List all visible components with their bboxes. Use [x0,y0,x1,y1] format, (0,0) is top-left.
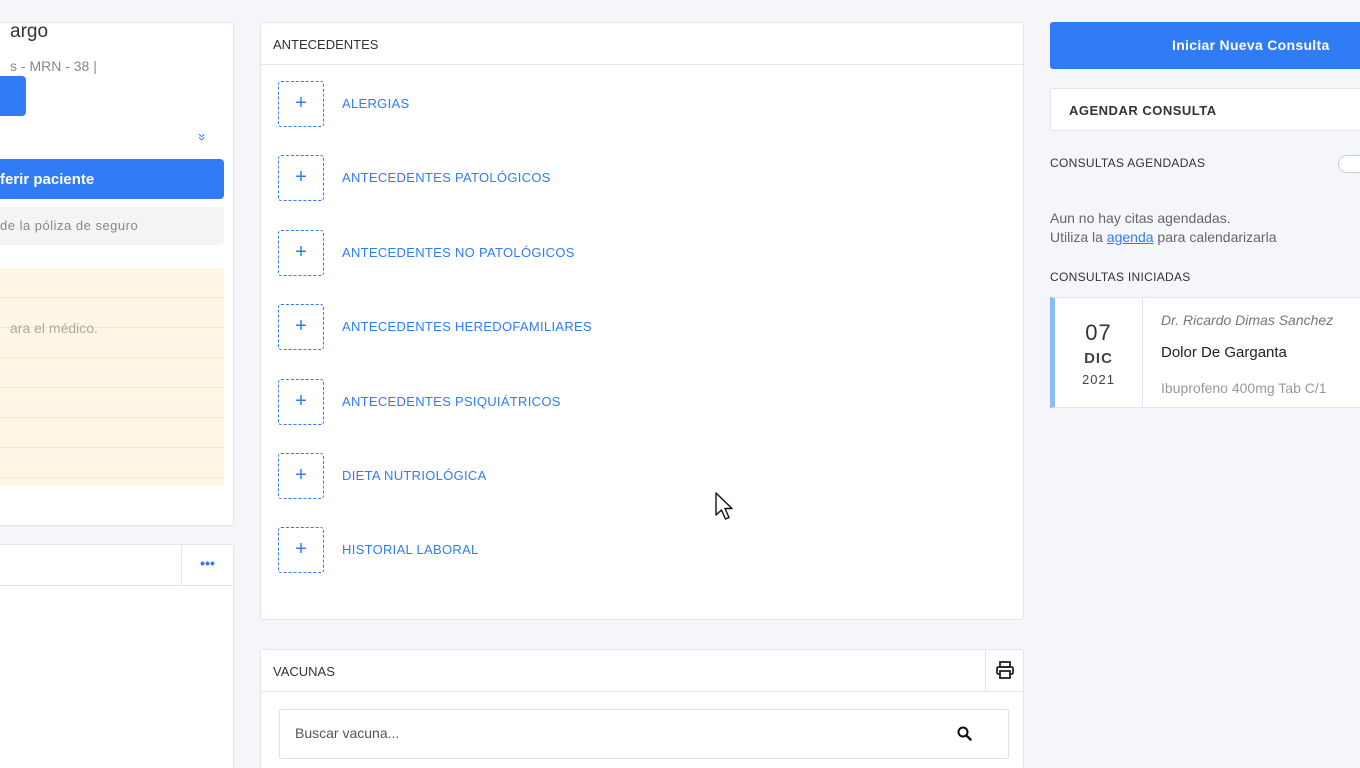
consult-month: DIC [1084,350,1113,367]
plus-icon[interactable]: + [278,378,324,425]
antecedente-item-laboral[interactable]: + HISTORIAL LABORAL [278,527,592,601]
antecedentes-list: + ALERGIAS + ANTECEDENTES PATOLÓGICOS + … [278,81,592,602]
doctor-notes-placeholder: ara el médico. [10,320,98,336]
antecedente-label[interactable]: ANTECEDENTES PATOLÓGICOS [342,170,551,185]
search-icon[interactable] [957,726,972,741]
doctor-notes-pad[interactable] [0,268,224,486]
transfer-patient-button[interactable]: ferir paciente [0,159,224,199]
plus-icon[interactable]: + [278,527,324,574]
consult-doctor: Dr. Ricardo Dimas Sanchez [1161,312,1334,328]
consult-reason: Dolor De Garganta [1161,344,1287,361]
antecedente-item-patologicos[interactable]: + ANTECEDENTES PATOLÓGICOS [278,155,592,229]
patient-meta: s - MRN - 38 | [10,58,97,74]
antecedente-label[interactable]: ANTECEDENTES HEREDOFAMILIARES [342,319,592,334]
plus-icon[interactable]: + [278,304,324,351]
calendar-hint-line: Utiliza la agenda para calendarizarla [1050,228,1276,247]
consult-day: 07 [1085,320,1112,345]
antecedente-item-dieta[interactable]: + DIETA NUTRIOLÓGICA [278,452,592,527]
vaccine-search-input[interactable] [280,710,920,756]
vaccine-search-box [279,709,1009,759]
antecedente-label[interactable]: HISTORIAL LABORAL [342,542,479,557]
antecedente-label[interactable]: DIETA NUTRIOLÓGICA [342,468,487,483]
mouse-cursor-icon [715,492,733,520]
antecedente-item-heredofamiliares[interactable]: + ANTECEDENTES HEREDOFAMILIARES [278,304,592,378]
calendar-hint-post: para calendarizarla [1157,229,1277,245]
antecedente-label[interactable]: ALERGIAS [342,96,409,111]
antecedente-item-alergias[interactable]: + ALERGIAS [278,81,592,155]
antecedentes-title: ANTECEDENTES [261,23,1023,65]
schedule-consult-button[interactable]: AGENDAR CONSULTA [1050,88,1360,131]
print-icon[interactable] [985,650,1023,691]
plus-icon[interactable]: + [278,452,324,499]
plus-icon[interactable]: + [278,155,324,202]
scheduled-toggle[interactable] [1338,155,1360,173]
plus-icon[interactable]: + [278,229,324,276]
vacunas-title: VACUNAS [261,650,1023,692]
patient-name: argo [10,21,49,42]
left-secondary-header: ••• [0,545,233,586]
antecedente-item-psiquiatricos[interactable]: + ANTECEDENTES PSIQUIÁTRICOS [278,378,592,453]
insurance-policy-button[interactable]: de la póliza de seguro [0,207,224,245]
consult-card[interactable]: 07 DIC 2021 Dr. Ricardo Dimas Sanchez Do… [1050,297,1360,408]
agenda-link[interactable]: agenda [1107,229,1154,245]
started-consults-title: CONSULTAS INICIADAS [1050,270,1191,284]
vacunas-card: VACUNAS [260,649,1024,768]
antecedente-label[interactable]: ANTECEDENTES NO PATOLÓGICOS [342,245,575,260]
antecedentes-card: ANTECEDENTES + ALERGIAS + ANTECEDENTES P… [260,22,1024,620]
antecedente-label[interactable]: ANTECEDENTES PSIQUIÁTRICOS [342,394,561,409]
consult-year: 2021 [1082,372,1115,387]
scheduled-consults-title: CONSULTAS AGENDADAS [1050,156,1206,170]
consult-medication: Ibuprofeno 400mg Tab C/1 [1161,380,1327,396]
antecedente-item-no-patologicos[interactable]: + ANTECEDENTES NO PATOLÓGICOS [278,229,592,304]
start-new-consult-button[interactable]: Iniciar Nueva Consulta [1050,22,1360,69]
calendar-hint-pre: Utiliza la [1050,229,1103,245]
no-appointments-message: Aun no hay citas agendadas. Utiliza la a… [1050,209,1276,247]
chevron-double-down-icon[interactable]: » [195,133,211,141]
consult-date: 07 DIC 2021 [1055,298,1143,407]
more-options-icon[interactable]: ••• [181,545,233,586]
no-appointments-line: Aun no hay citas agendadas. [1050,210,1231,226]
plus-icon[interactable]: + [278,81,324,127]
left-secondary-card: ••• [0,544,234,768]
patient-action-button[interactable] [0,76,26,116]
